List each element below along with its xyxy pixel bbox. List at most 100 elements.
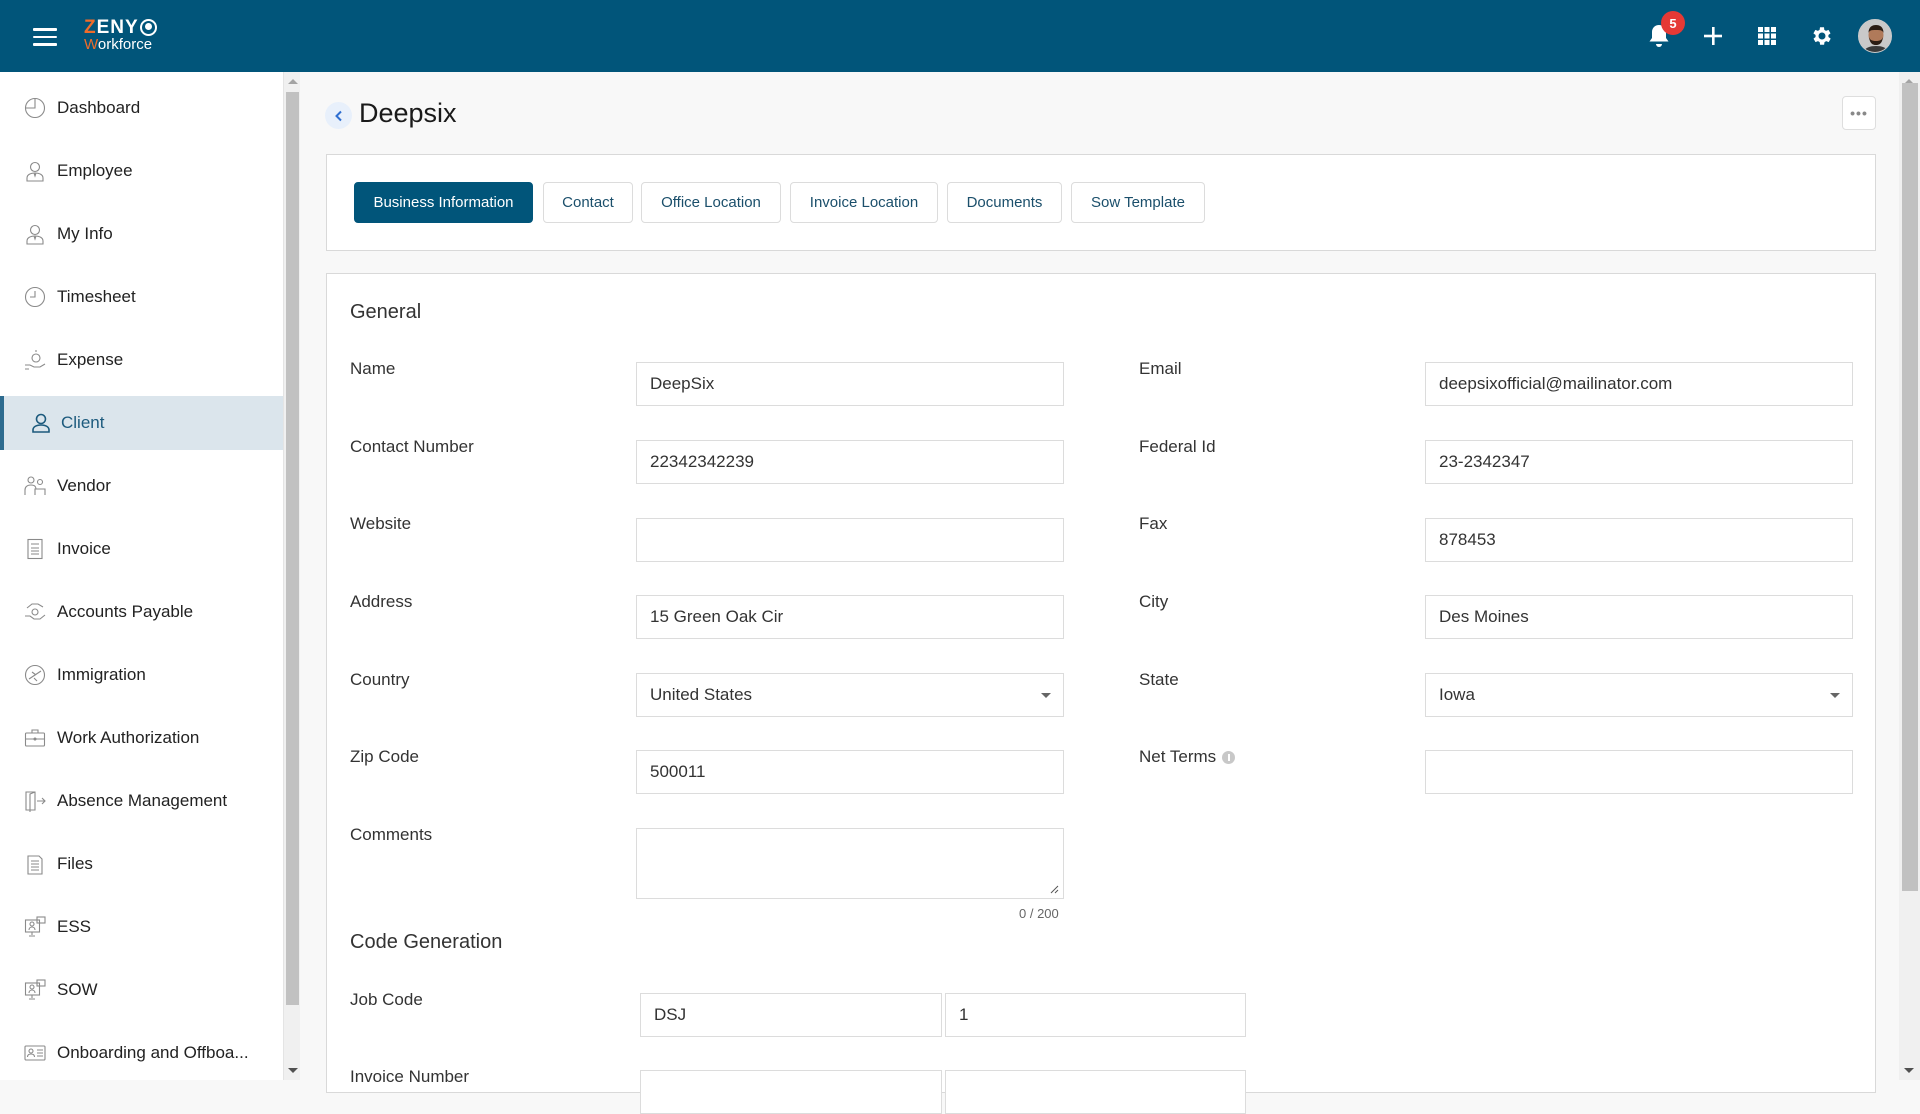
tab-bar: Business Information Contact Office Loca… <box>326 154 1876 251</box>
address-label: Address <box>350 592 413 611</box>
scroll-down-arrow-icon[interactable] <box>1904 1068 1914 1073</box>
federal-id-input[interactable]: 23-2342347 <box>1425 440 1853 484</box>
invoice-number-number-input[interactable] <box>945 1070 1246 1114</box>
sidebar-scrollbar-thumb[interactable] <box>286 92 299 1005</box>
address-input[interactable]: 15 Green Oak Cir <box>636 595 1064 639</box>
comments-textarea[interactable] <box>636 828 1064 899</box>
gear-icon <box>1813 27 1831 45</box>
state-label: State <box>1139 670 1179 689</box>
main-scrollbar[interactable] <box>1899 72 1920 1080</box>
section-title-code-generation: Code Generation <box>350 931 503 953</box>
sidebar-item-label: Client <box>61 413 105 432</box>
sidebar-item-sow[interactable]: SOW <box>0 963 283 1017</box>
accounts-payable-icon <box>23 600 47 624</box>
invoice-number-label: Invoice Number <box>350 1067 470 1086</box>
sidebar-item-expense[interactable]: Expense <box>0 333 283 387</box>
fax-input[interactable]: 878453 <box>1425 518 1853 562</box>
sidebar-scrollbar[interactable] <box>283 72 300 1080</box>
business-information-form: General Name DeepSix Contact Number 2234… <box>326 273 1876 1114</box>
name-label: Name <box>350 359 396 378</box>
apps-button[interactable] <box>1751 20 1783 52</box>
file-icon <box>23 852 47 876</box>
country-select-value: United States <box>650 685 753 704</box>
sidebar-item-label: ESS <box>57 917 92 936</box>
comments-label: Comments <box>350 825 433 844</box>
chevron-left-icon <box>334 110 342 121</box>
settings-button[interactable] <box>1805 20 1837 52</box>
city-input[interactable]: Des Moines <box>1425 595 1853 639</box>
comments-char-counter: 0 / 200 <box>1019 906 1059 921</box>
sidebar-item-onboarding[interactable]: Onboarding and Offboa... <box>0 1026 283 1080</box>
resize-grip-icon[interactable] <box>1050 885 1059 894</box>
sidebar-item-label: Work Authorization <box>57 728 200 747</box>
tab-sow-template[interactable]: Sow Template <box>1071 182 1205 223</box>
email-input[interactable]: deepsixofficial@mailinator.com <box>1425 362 1853 406</box>
add-button[interactable] <box>1697 20 1729 52</box>
sidebar-item-label: Files <box>57 854 93 873</box>
job-code-number-input[interactable]: 1 <box>945 993 1246 1037</box>
sidebar-item-dashboard[interactable]: Dashboard <box>0 81 283 135</box>
tab-contact[interactable]: Contact <box>543 182 633 223</box>
sidebar-item-timesheet[interactable]: Timesheet <box>0 270 283 324</box>
invoice-number-prefix-input[interactable] <box>640 1070 942 1114</box>
sidebar-item-work-authorization[interactable]: Work Authorization <box>0 711 283 765</box>
name-input[interactable]: DeepSix <box>636 362 1064 406</box>
sidebar-item-vendor[interactable]: Vendor <box>0 459 283 513</box>
more-options-button[interactable]: ••• <box>1842 96 1876 130</box>
employee-icon <box>23 159 47 183</box>
email-label: Email <box>1139 359 1182 378</box>
door-exit-icon <box>23 789 47 813</box>
user-icon <box>29 411 53 435</box>
notification-badge: 5 <box>1661 11 1685 35</box>
sidebar-item-client[interactable]: Client <box>0 396 283 450</box>
contact-number-label: Contact Number <box>350 437 474 456</box>
sidebar-item-invoice[interactable]: Invoice <box>0 522 283 576</box>
net-terms-label-group: Net Terms <box>1139 747 1236 767</box>
plus-icon <box>1704 27 1722 45</box>
vendor-icon <box>23 474 47 498</box>
sidebar-item-immigration[interactable]: Immigration <box>0 648 283 702</box>
sidebar-item-absence-management[interactable]: Absence Management <box>0 774 283 828</box>
federal-id-label: Federal Id <box>1139 437 1216 456</box>
fax-label: Fax <box>1139 514 1168 533</box>
zip-code-input[interactable]: 500011 <box>636 750 1064 794</box>
contact-number-input[interactable]: 22342342239 <box>636 440 1064 484</box>
net-terms-input[interactable] <box>1425 750 1853 794</box>
tab-office-location[interactable]: Office Location <box>641 182 781 223</box>
tab-invoice-location[interactable]: Invoice Location <box>790 182 938 223</box>
back-button[interactable] <box>325 102 352 129</box>
invoice-icon <box>23 537 47 561</box>
state-select[interactable]: Iowa <box>1425 673 1853 717</box>
chevron-down-icon <box>1830 693 1840 698</box>
chevron-down-icon <box>1041 693 1051 698</box>
avatar[interactable] <box>1858 19 1892 53</box>
country-label: Country <box>350 670 410 689</box>
logo-subtext: orkforce <box>97 36 153 53</box>
avatar-photo <box>1859 20 1891 52</box>
tab-business-information[interactable]: Business Information <box>354 182 533 223</box>
sidebar-item-ess[interactable]: ESS <box>0 900 283 954</box>
tab-documents[interactable]: Documents <box>947 182 1062 223</box>
info-icon[interactable] <box>1222 750 1236 764</box>
scroll-up-arrow-icon[interactable] <box>288 79 298 84</box>
clock-icon <box>23 285 47 309</box>
menu-icon[interactable] <box>33 28 57 46</box>
sidebar-item-employee[interactable]: Employee <box>0 144 283 198</box>
sidebar-item-label: Invoice <box>57 539 111 558</box>
sidebar-item-label: Onboarding and Offboa... <box>57 1043 249 1062</box>
scroll-down-arrow-icon[interactable] <box>288 1068 298 1073</box>
sidebar-item-my-info[interactable]: My Info <box>0 207 283 261</box>
state-select-value: Iowa <box>1439 685 1475 704</box>
website-input[interactable] <box>636 518 1064 562</box>
sidebar-item-accounts-payable[interactable]: Accounts Payable <box>0 585 283 639</box>
logo-mark-icon <box>139 19 157 36</box>
logo-subtext-accent: W <box>84 36 98 53</box>
sidebar-item-files[interactable]: Files <box>0 837 283 891</box>
logo[interactable]: Z ENY Workforce <box>84 18 157 52</box>
country-select[interactable]: United States <box>636 673 1064 717</box>
page-title: Deepsix <box>359 98 457 128</box>
job-code-prefix-input[interactable]: DSJ <box>640 993 942 1037</box>
ess-icon <box>23 915 47 939</box>
top-header: Z ENY Workforce 5 <box>0 0 1920 72</box>
main-scrollbar-thumb[interactable] <box>1902 83 1918 891</box>
